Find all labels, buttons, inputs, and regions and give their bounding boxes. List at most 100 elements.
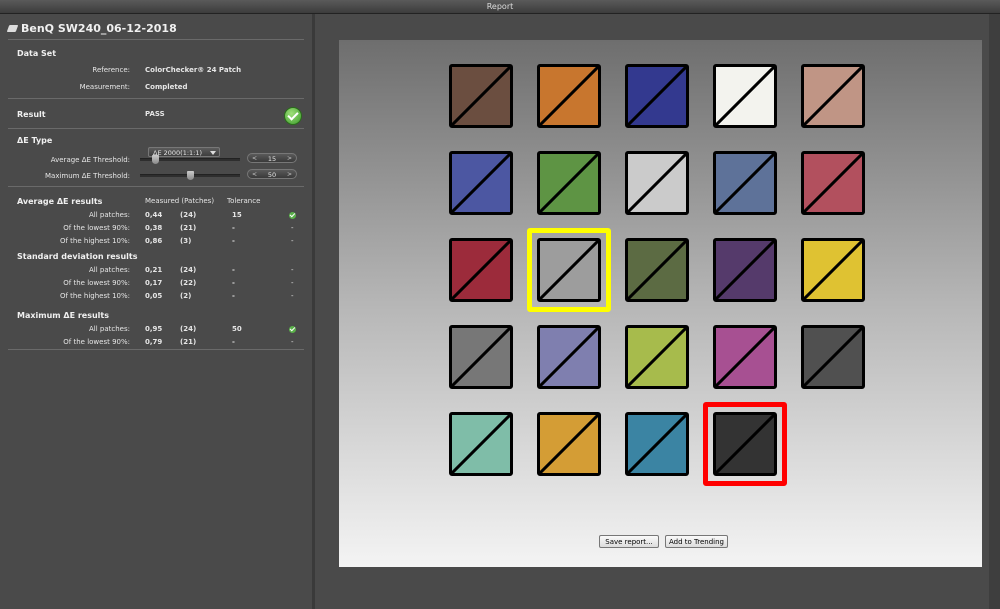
row-tolerance: -	[232, 266, 235, 274]
row-tolerance: -	[232, 279, 235, 287]
dataset-heading: Data Set	[17, 49, 57, 58]
color-patch[interactable]	[449, 412, 513, 476]
separator	[8, 39, 304, 40]
avg-threshold-slider[interactable]	[140, 155, 240, 164]
avg-threshold-label: Average ΔE Threshold:	[50, 156, 130, 164]
color-patch[interactable]	[537, 238, 601, 302]
slider-thumb[interactable]	[187, 171, 194, 180]
color-patch[interactable]	[537, 412, 601, 476]
increment-icon[interactable]: >	[287, 170, 292, 180]
result-label: Result	[17, 110, 46, 119]
max-threshold-label: Maximum ΔE Threshold:	[44, 172, 130, 180]
file-title: BenQ SW240_06-12-2018	[6, 22, 177, 35]
check-icon	[289, 326, 296, 333]
row-tolerance: -	[232, 224, 235, 232]
row-label: All patches:	[89, 266, 130, 274]
color-patch[interactable]	[801, 238, 865, 302]
row-label: Of the lowest 90%:	[63, 279, 130, 287]
row-value: 0,44	[145, 211, 163, 219]
tolerance-col-header: Tolerance	[227, 197, 261, 205]
row-value: 0,86	[145, 237, 163, 245]
de-type-selected: ΔE 2000(1:1:1)	[153, 149, 203, 157]
row-tolerance: 15	[232, 211, 242, 219]
row-status: -	[291, 237, 294, 245]
separator	[8, 98, 304, 99]
color-patch[interactable]	[449, 325, 513, 389]
file-icon	[6, 25, 19, 32]
std-results-heading: Standard deviation results	[17, 252, 138, 261]
scrollbar[interactable]	[989, 14, 1000, 609]
color-patch[interactable]	[801, 151, 865, 215]
row-patches: (22)	[180, 279, 197, 287]
row-patches: (21)	[180, 224, 197, 232]
color-patch[interactable]	[625, 325, 689, 389]
color-patch[interactable]	[625, 64, 689, 128]
max-threshold-slider[interactable]	[140, 171, 240, 180]
color-patch[interactable]	[625, 151, 689, 215]
color-patch[interactable]	[625, 238, 689, 302]
max-results-heading: Maximum ΔE results	[17, 311, 110, 320]
separator	[8, 349, 304, 350]
row-tolerance: -	[232, 338, 235, 346]
color-patch[interactable]	[801, 64, 865, 128]
color-patch[interactable]	[449, 238, 513, 302]
row-tolerance: -	[232, 237, 235, 245]
row-value: 0,79	[145, 338, 163, 346]
row-patches: (2)	[180, 292, 192, 300]
row-label: All patches:	[89, 325, 130, 333]
row-status: -	[291, 279, 294, 287]
summary-panel: BenQ SW240_06-12-2018 Data Set Reference…	[0, 14, 312, 609]
color-patch[interactable]	[449, 64, 513, 128]
avg-threshold-spinbox[interactable]: < 15 >	[247, 153, 297, 163]
color-patch[interactable]	[801, 325, 865, 389]
measurement-label: Measurement:	[79, 83, 130, 91]
measured-col-header: Measured (Patches)	[145, 197, 215, 205]
row-value: 0,05	[145, 292, 163, 300]
color-patch[interactable]	[713, 151, 777, 215]
row-label: Of the highest 10%:	[59, 292, 130, 300]
row-label: Of the highest 10%:	[59, 237, 130, 245]
reference-value: ColorChecker® 24 Patch	[145, 66, 242, 74]
de-type-label: ΔE Type	[17, 136, 53, 145]
file-title-text: BenQ SW240_06-12-2018	[21, 22, 177, 35]
measurement-value: Completed	[145, 83, 188, 91]
panel-divider[interactable]	[312, 14, 315, 609]
separator	[8, 186, 304, 187]
color-patch[interactable]	[713, 238, 777, 302]
row-status: -	[291, 266, 294, 274]
window-titlebar: Report	[0, 0, 1000, 14]
row-patches: (24)	[180, 211, 197, 219]
result-value: PASS	[145, 110, 165, 118]
row-label: All patches:	[89, 211, 130, 219]
color-patch[interactable]	[713, 64, 777, 128]
increment-icon[interactable]: >	[287, 154, 292, 164]
row-label: Of the lowest 90%:	[63, 224, 130, 232]
color-patch[interactable]	[537, 64, 601, 128]
patch-canvas: Save report... Add to Trending	[339, 40, 982, 567]
save-report-button[interactable]: Save report...	[599, 535, 659, 548]
color-patch[interactable]	[625, 412, 689, 476]
row-value: 0,95	[145, 325, 163, 333]
color-patch[interactable]	[713, 412, 777, 476]
separator	[8, 128, 304, 129]
color-patch[interactable]	[449, 151, 513, 215]
reference-label: Reference:	[92, 66, 130, 74]
color-patch[interactable]	[537, 151, 601, 215]
row-tolerance: 50	[232, 325, 242, 333]
add-to-trending-button[interactable]: Add to Trending	[665, 535, 728, 548]
row-patches: (3)	[180, 237, 192, 245]
row-tolerance: -	[232, 292, 235, 300]
row-label: Of the lowest 90%:	[63, 338, 130, 346]
row-value: 0,21	[145, 266, 163, 274]
color-patch[interactable]	[537, 325, 601, 389]
pass-check-icon	[284, 107, 302, 125]
row-value: 0,38	[145, 224, 163, 232]
row-status: -	[291, 338, 294, 346]
max-threshold-spinbox[interactable]: < 50 >	[247, 169, 297, 179]
chevron-down-icon	[210, 151, 216, 155]
slider-thumb[interactable]	[152, 155, 159, 164]
check-icon	[289, 212, 296, 219]
row-value: 0,17	[145, 279, 163, 287]
color-patch[interactable]	[713, 325, 777, 389]
row-patches: (24)	[180, 325, 197, 333]
